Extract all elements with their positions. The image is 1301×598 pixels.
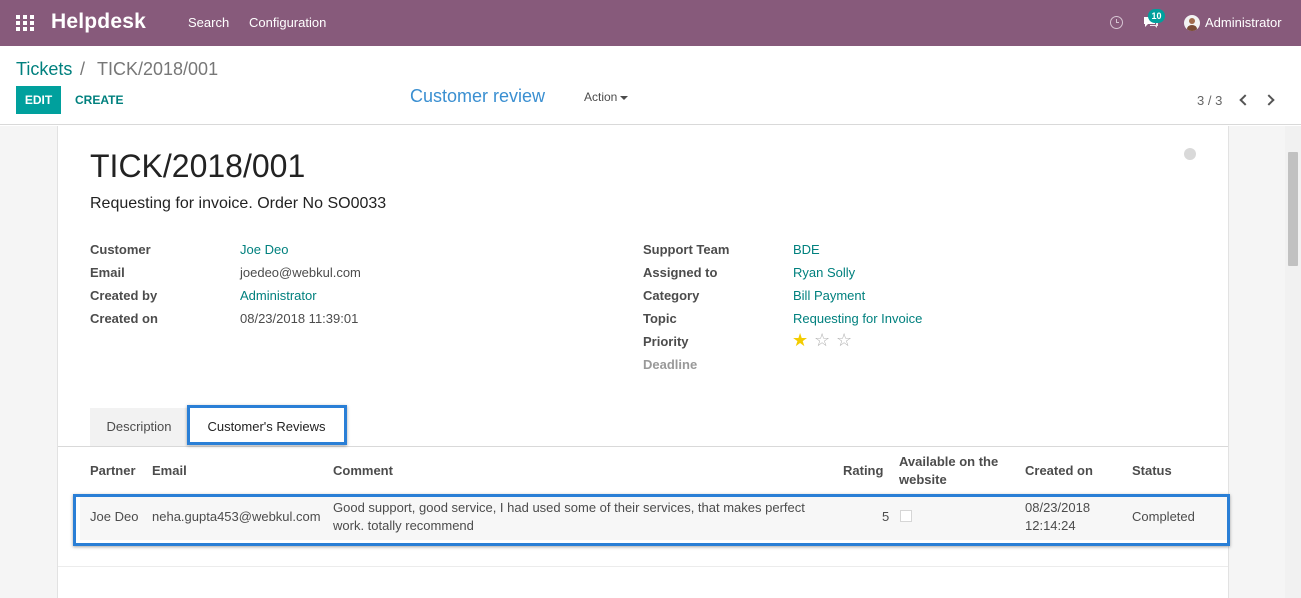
row-highlight-box [73,494,1230,546]
priority-label: Priority [643,334,689,349]
user-avatar[interactable] [1184,15,1200,31]
customer-review-button[interactable]: Customer review [410,86,545,107]
app-brand[interactable]: Helpdesk [51,10,146,34]
chevron-left-icon[interactable] [1239,94,1251,106]
chevron-right-icon[interactable] [1263,94,1275,106]
kanban-state-dot[interactable] [1184,148,1196,160]
column-header-rating[interactable]: Rating [843,462,883,480]
customer-label: Customer [90,242,151,257]
email-value: joedeo@webkul.com [240,265,361,280]
topic-value[interactable]: Requesting for Invoice [793,311,922,326]
created-by-label: Created by [90,288,158,303]
column-header-created-on[interactable]: Created on [1025,462,1093,480]
user-menu[interactable]: Administrator [1205,15,1282,30]
ticket-subject: Requesting for invoice. Order No SO0033 [90,195,387,212]
create-button[interactable]: CREATE [75,93,123,107]
category-value[interactable]: Bill Payment [793,288,865,303]
created-on-label: Created on [90,311,158,326]
tab-description[interactable]: Description [90,408,188,446]
email-label: Email [90,265,125,280]
action-dropdown[interactable]: Action [584,90,629,104]
support-team-value[interactable]: BDE [793,242,820,257]
top-navbar: Helpdesk Search Configuration 10 Adminis… [0,0,1301,46]
column-header-website-line2[interactable]: website [899,471,947,489]
breadcrumb-current: TICK/2018/001 [97,59,219,79]
edit-button[interactable]: EDIT [16,86,61,114]
action-label: Action [584,90,618,104]
breadcrumb-separator: / [80,59,86,79]
breadcrumb-tickets[interactable]: Tickets [16,59,72,80]
tabs-divider [58,446,1228,447]
assigned-to-value[interactable]: Ryan Solly [793,265,855,280]
ticket-number: TICK/2018/001 [90,148,306,184]
scrollbar-thumb[interactable] [1288,152,1298,266]
tab-highlight-box [187,405,347,445]
table-divider [58,566,1228,567]
created-by-value[interactable]: Administrator [240,288,317,303]
column-header-status[interactable]: Status [1132,462,1172,480]
priority-star-3-icon[interactable]: ☆ [836,331,852,349]
pager-value: 3 / 3 [1197,93,1223,108]
control-panel: Tickets / TICK/2018/001 EDIT CREATE Cust… [0,46,1301,125]
column-header-partner[interactable]: Partner [90,462,136,480]
topic-label: Topic [643,311,677,326]
vertical-scrollbar[interactable] [1285,126,1301,598]
support-team-label: Support Team [643,242,730,257]
menu-search[interactable]: Search [188,15,229,30]
priority-star-1-icon[interactable]: ★ [792,331,808,349]
assigned-to-label: Assigned to [643,265,718,280]
deadline-label: Deadline [643,357,698,372]
caret-down-icon [620,95,629,100]
customer-value[interactable]: Joe Deo [240,242,288,257]
menu-configuration[interactable]: Configuration [249,15,326,30]
apps-menu-icon[interactable] [16,15,34,31]
column-header-comment[interactable]: Comment [333,462,393,480]
activity-clock-icon[interactable] [1110,16,1123,29]
priority-star-2-icon[interactable]: ☆ [814,331,830,349]
created-on-value: 08/23/2018 11:39:01 [240,311,359,326]
column-header-website-line1[interactable]: Available on the [899,453,998,471]
column-header-email[interactable]: Email [152,462,187,480]
category-label: Category [643,288,700,303]
chat-count-badge: 10 [1148,9,1165,23]
